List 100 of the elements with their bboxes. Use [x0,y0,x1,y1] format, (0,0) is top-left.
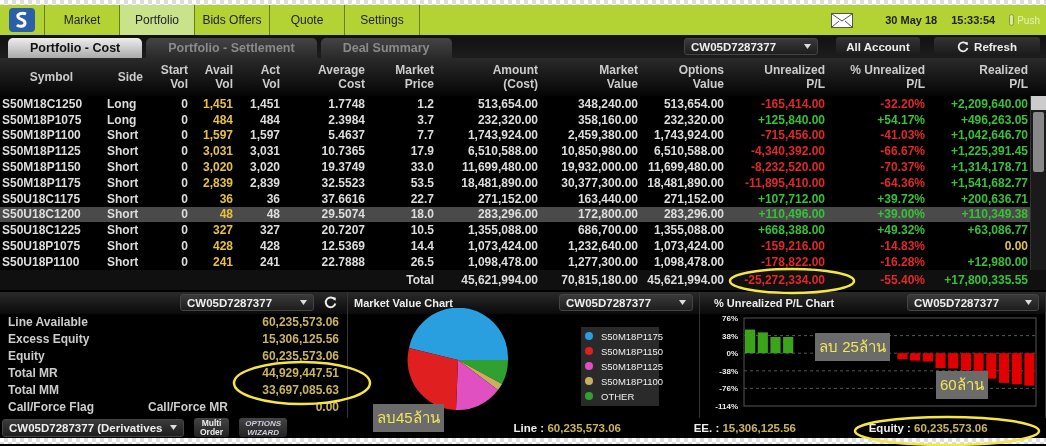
table-cell-text: 53.5 [409,175,435,190]
legend-label: OTHER [601,390,635,402]
table-cell-text: +54.17% [876,112,926,127]
table-cell-text: 1,597 [201,128,234,143]
table-cell-text: 0 [180,144,189,159]
annotation-note: ลบ 25ล้าน [815,332,890,361]
table-cell-text: 172,800.00 [576,207,639,222]
summary-label: Total MM [8,383,61,398]
table-cell-text: 48 [265,207,281,222]
refresh-button[interactable]: Refresh [934,37,1040,56]
summary-label: Total MR [8,366,59,381]
table-cell-text: -64.36% [879,175,926,190]
table-cell-text: S50U18P1075 [1,239,82,254]
table-cell-text: +1,541,682.77 [949,175,1029,190]
table-cell-text: 0.00 [1003,239,1029,254]
multi-order-button[interactable]: Multi Order [194,418,230,438]
legend-label: S50M18P1175 [601,330,664,342]
account-dropdown[interactable]: CW05D7287377 (Derivatives [2,418,184,437]
table-cell-text: 1,451 [248,96,281,111]
table-row[interactable]: S50U18C1200 Short 0 48 48 29.5074 18.0 283,296.00 172,800.00 283,296.00 +110,496.00 +39.00% +110,349.38 [0,206,1030,223]
summary-label: Excess Equity [8,332,91,347]
table-cell-text: 19,932,000.00 [560,160,639,175]
table-row[interactable]: S50M18P1100 Short 0 1,597 1,597 5.4637 7.7 1,743,924.00 2,459,380.00 1,743,924.00 -715,456.00 -41.03% +1,042,646.70 [0,127,1030,144]
table-cell-text: 45,621,994.00 [460,272,539,287]
table-cell-text: 428 [211,239,234,254]
table-cell-text: +17,800,335.55 [943,272,1029,287]
table-cell-text: 6,510,588.00 [652,144,725,159]
table-cell-text: -4,340,392.00 [749,144,826,159]
table-cell-text: 18.0 [409,207,435,222]
table-cell-text: 6,510,588.00 [466,144,539,159]
table-cell-text: S50U18C1175 [1,191,82,206]
table-cell-text: 1.2 [416,96,435,111]
all-account-button[interactable]: All Account [836,37,920,56]
account-dropdown[interactable]: CW05D7287377 [559,294,693,312]
view-tab[interactable]: Portfolio - Cost [8,38,143,58]
table-row[interactable]: S50M18C1250 Long 0 1,451 1,451 1.7748 1.2 513,654.00 348,240.00 513,654.00 -165,414.00 -32.20% +2,209,640.00 [0,96,1030,112]
table-cell-text: 2.3984 [327,112,366,127]
table-cell-text: Long [106,96,138,111]
table-row[interactable]: S50U18C1225 Short 0 327 327 20.7207 10.5 1,355,088.00 686,700.00 1,355,088.00 +668,388.00 +49.32% +63,086.77 [0,222,1030,239]
table-row[interactable]: S50U18P1100 Short 0 241 241 22.7888 26.5 1,098,478.00 1,277,300.00 1,098,478.00 -178,822.00 -16.28% +12,980.00 [0,253,1030,270]
table-cell-text: 3,031 [248,144,281,159]
table-cell-text: S50U18C1225 [1,223,82,238]
table-cell-text: 0 [180,96,189,111]
table-row[interactable]: S50U18C1175 Short 0 36 36 37.6616 22.7 271,152.00 163,440.00 271,152.00 +107,712.00 +39.72% +200,636.71 [0,190,1030,207]
table-cell-text: +125,840.00 [756,112,826,127]
table-cell-text: -41.03% [879,128,926,143]
summary-value: 60,235,573.06 [262,315,339,330]
table-row[interactable]: S50U18P1075 Short 0 428 428 12.5369 14.4 1,073,424.00 1,232,640.00 1,073,424.00 -159,216.00 -14.83% 0.00 [0,238,1030,254]
table-cell-text: Short [106,175,140,190]
table-cell-text: -32.20% [879,96,926,111]
table-cell-text: 327 [258,223,281,238]
table-cell-text: S50U18C1200 [1,207,82,222]
table-cell-text: S50M18P1175 [1,175,82,190]
table-cell-text: +49.32% [876,223,926,238]
account-dropdown[interactable]: CW05D7287377 [907,294,1039,312]
table-cell-text: 232,320.00 [476,112,539,127]
table-cell-text: 271,152.00 [662,191,725,206]
column-header: Amount (Cost) [491,63,539,91]
table-cell-text: 1,355,088.00 [466,223,539,238]
table-cell-text: 241 [211,254,234,269]
table-row[interactable]: S50M18P1175 Short 0 2,839 2,839 32.5523 53.5 18,481,890.00 30,377,300.00 18,481,890.00 -11,895,410.00 -64.36% +1,541,682.77 [0,175,1030,191]
table-cell-text: -178,822.00 [759,254,826,269]
account-dropdown[interactable]: CW05D7287377 [180,294,314,312]
column-header: Act Vol [259,63,281,91]
table-cell-text: -8,232,520.00 [749,160,826,175]
table-cell-text: 1,098,478.00 [652,254,725,269]
table-cell-text: 3,020 [201,160,234,175]
table-cell-text: 5.4637 [327,128,366,143]
table-cell-text: -14.83% [879,239,926,254]
table-cell-text: 3,020 [248,160,281,175]
table-cell-text: Long [106,112,138,127]
table-cell-text: Short [106,207,140,222]
table-cell-text: 1,073,424.00 [466,239,539,254]
table-cell-text: 37.6616 [320,191,366,206]
account-dropdown[interactable]: CW05D7287377 [684,38,818,55]
table-cell-text: +39.72% [876,191,926,206]
table-cell-text: 11,699,480.00 [646,160,725,175]
table-row[interactable]: S50M18P1150 Short 0 3,020 3,020 19.3749 33.0 11,699,480.00 19,932,000.00 11,699,480.00 -8,232,520.00 -70.37% +1,314,178.71 [0,159,1030,175]
summary-value: 60,235,573.06 [262,349,339,364]
table-cell-text: S50U18P1100 [1,254,81,269]
table-row[interactable]: S50M18P1075 Long 0 484 484 2.3984 3.7 232,320.00 358,160.00 232,320.00 +125,840.00 +54.17% +496,263.05 [0,111,1030,128]
table-cell-text: 428 [258,239,281,254]
column-header: Market Value [598,63,639,91]
table-cell-text: -25,272,334.00 [743,272,826,287]
table-cell-text: 14.4 [409,239,435,254]
options-wizard-button[interactable]: OPTIONS WIZARD [239,418,288,438]
column-header: Avail Vol [203,63,234,91]
table-row[interactable]: S50M18P1125 Short 0 3,031 3,031 10.7365 17.9 6,510,588.00 10,850,980.00 6,510,588.00 -4,340,392.00 -66.67% +1,225,391.45 [0,143,1030,160]
column-header: Realized P/L [978,63,1029,91]
table-cell-text: Short [106,223,140,238]
table-cell-text: 2,459,380.00 [566,128,639,143]
time-text: 15:33:54 [951,14,996,26]
summary-value: 44,929,447.51 [262,366,339,381]
axis-tick-label: 0% [726,348,738,358]
nav-tab[interactable]: Portfolio [120,5,195,35]
table-cell-text: +2,209,640.00 [949,96,1029,111]
legend-label: S50M18P1100 [601,375,664,387]
table-cell-text: -715,456.00 [759,128,826,143]
table-cell-text: 10.5 [409,223,435,238]
table-cell-text: +1,314,178.71 [949,160,1029,175]
